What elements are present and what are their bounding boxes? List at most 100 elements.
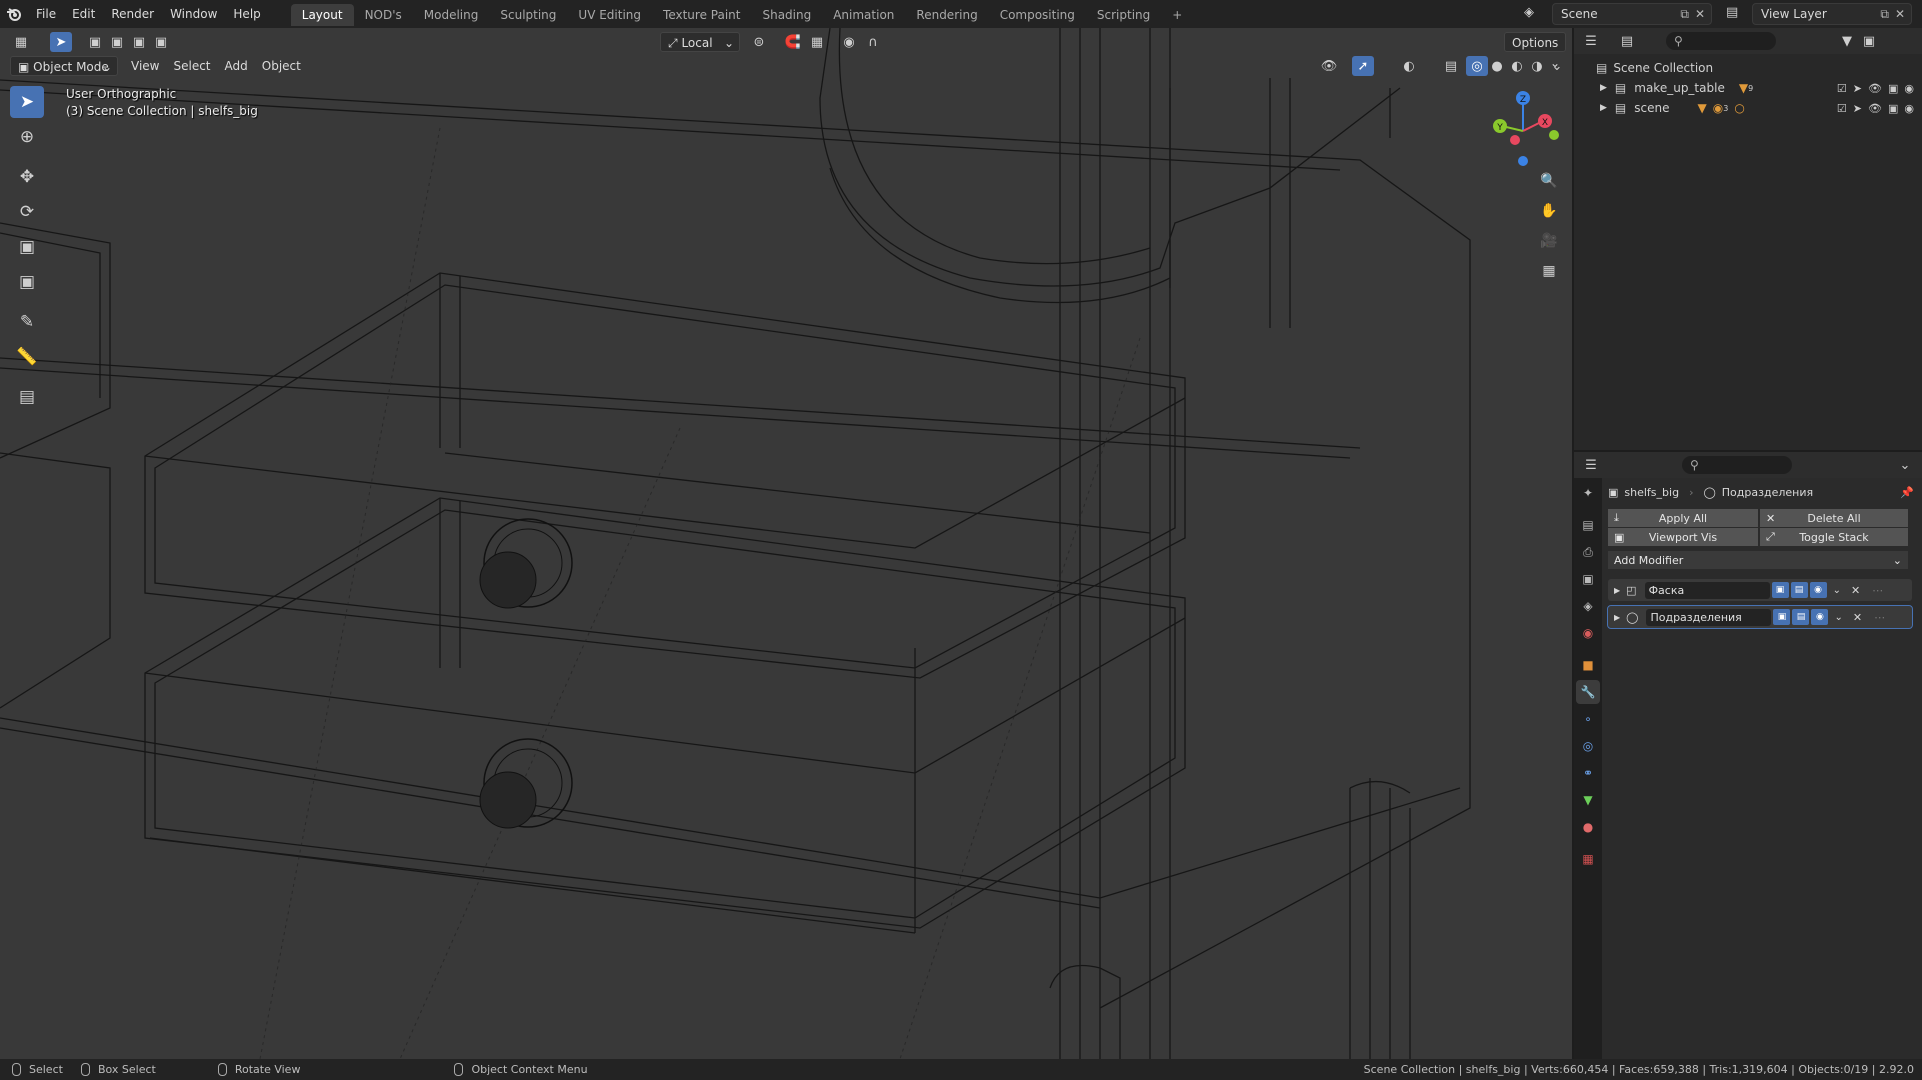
viewport-toggle-icon[interactable]: ▤ <box>1792 609 1810 625</box>
tab-scripting[interactable]: Scripting <box>1086 4 1161 26</box>
modifier-name-field[interactable]: Фаска <box>1644 581 1770 599</box>
outliner-row-scene-collection[interactable]: ▤ Scene Collection <box>1574 58 1922 78</box>
viewport-vis-button[interactable]: ▣ Viewport Vis <box>1608 528 1758 546</box>
perspective-grid-icon[interactable]: ▦ <box>1536 258 1562 284</box>
outliner-search-input[interactable]: ⚲ <box>1666 32 1776 50</box>
rendered-shading-icon[interactable]: ◑ <box>1526 56 1548 76</box>
select-extend-icon[interactable]: ▣ <box>106 32 128 52</box>
falloff-icon[interactable]: ∩ <box>862 32 884 52</box>
new-collection-icon[interactable]: ▣ <box>1858 31 1880 51</box>
visibility-eye-icon[interactable]: 👁 <box>1318 56 1340 76</box>
tab-modeling[interactable]: Modeling <box>413 4 490 26</box>
move-tool-icon[interactable]: ✥ <box>10 161 44 193</box>
constraints-tab-icon[interactable]: ⚭ <box>1576 761 1600 785</box>
output-tab-icon[interactable]: ⎙ <box>1576 540 1600 564</box>
snap-target-icon[interactable]: ▦ <box>806 32 828 52</box>
chevron-down-icon[interactable]: ⌄ <box>1834 612 1842 623</box>
particles-tab-icon[interactable]: ∘ <box>1576 707 1600 731</box>
tab-sculpting[interactable]: Sculpting <box>489 4 567 26</box>
navigation-gizmo[interactable]: Z X Y <box>1480 88 1566 174</box>
menu-select[interactable]: Select <box>166 56 217 76</box>
menu-file[interactable]: File <box>28 0 64 28</box>
select-intersect-icon[interactable]: ▣ <box>150 32 172 52</box>
chevron-down-icon[interactable]: ⌄ <box>1894 455 1916 475</box>
menu-render[interactable]: Render <box>103 0 162 28</box>
render-camera-icon[interactable]: ◉ <box>1904 82 1914 95</box>
modifier-bevel-row[interactable]: ▶ ◰ Фаска ▣ ▤ ◉ ⌄ ✕ ⋯ <box>1608 579 1912 601</box>
menu-window[interactable]: Window <box>162 0 225 28</box>
shading-options-icon[interactable]: ⌄ <box>1546 56 1568 76</box>
tab-texture-paint[interactable]: Texture Paint <box>652 4 751 26</box>
render-toggle-icon[interactable]: ◉ <box>1811 609 1829 625</box>
scale-tool-icon[interactable]: ▣ <box>10 231 44 263</box>
menu-add[interactable]: Add <box>218 56 255 76</box>
drag-handle-icon[interactable]: ⋯ <box>1874 611 1885 624</box>
tab-shading[interactable]: Shading <box>751 4 822 26</box>
render-camera-icon[interactable]: ◉ <box>1904 102 1914 115</box>
material-tab-icon[interactable]: ● <box>1576 815 1600 839</box>
pin-icon[interactable]: 📌 <box>1900 486 1914 499</box>
tab-layout[interactable]: Layout <box>290 4 354 26</box>
render-toggle-icon[interactable]: ◉ <box>1809 582 1827 598</box>
menu-edit[interactable]: Edit <box>64 0 103 28</box>
cursor-tool-icon[interactable]: ⊕ <box>10 121 44 153</box>
menu-object[interactable]: Object <box>255 56 308 76</box>
camera-view-icon[interactable]: 🎥 <box>1536 228 1562 254</box>
expand-arrow-icon[interactable]: ▶ <box>1614 613 1620 622</box>
options-dropdown[interactable]: Options ⌄ <box>1504 32 1566 70</box>
viewport-monitor-icon[interactable]: ▣ <box>1888 102 1898 115</box>
3d-viewport[interactable]: ▦ ➤ ▣ ▣ ▣ ▣ ⤢ Local ⌄ ⊜ 🧲 ▦ ◉ ∩ Options … <box>0 28 1572 1059</box>
xray-toggle-icon[interactable]: ▤ <box>1440 56 1462 76</box>
expand-arrow-icon[interactable]: ▶ <box>1600 83 1607 93</box>
select-box-tool-icon[interactable]: ➤ <box>10 86 44 118</box>
menu-help[interactable]: Help <box>225 0 268 28</box>
rotate-tool-icon[interactable]: ⟳ <box>10 196 44 228</box>
object-mode-dropdown[interactable]: ▣ Object Mode ⌄ <box>10 56 118 76</box>
edit-mode-toggle-icon[interactable]: ▣ <box>1773 609 1791 625</box>
object-tab-icon[interactable]: ■ <box>1576 653 1600 677</box>
properties-search-input[interactable]: ⚲ <box>1682 456 1792 474</box>
close-scene-icon[interactable]: ✕ <box>1695 7 1705 21</box>
selectable-arrow-icon[interactable]: ➤ <box>1853 82 1862 95</box>
blender-logo-icon[interactable] <box>0 0 28 28</box>
annotate-tool-icon[interactable]: ✎ <box>10 306 44 338</box>
remove-modifier-icon[interactable]: ✕ <box>1853 611 1862 624</box>
toggle-stack-button[interactable]: ⤢ Toggle Stack <box>1760 528 1908 546</box>
eye-icon[interactable]: 👁 <box>1868 102 1882 115</box>
copy-view-layer-icon[interactable]: ⧉ <box>1880 7 1889 22</box>
editor-type-icon[interactable]: ☰ <box>1580 31 1602 51</box>
measure-tool-icon[interactable]: 📏 <box>10 341 44 373</box>
expand-arrow-icon[interactable]: ▶ <box>1600 103 1607 113</box>
modifier-subdivision-row[interactable]: ▶ ◯ Подразделения ▣ ▤ ◉ ⌄ ✕ ⋯ <box>1607 605 1913 629</box>
editor-type-icon[interactable]: ☰ <box>1580 455 1602 475</box>
apply-all-button[interactable]: ⤓ Apply All <box>1608 509 1758 527</box>
selectable-arrow-icon[interactable]: ➤ <box>1853 102 1862 115</box>
select-new-icon[interactable]: ▣ <box>84 32 106 52</box>
render-tab-icon[interactable]: ▤ <box>1576 513 1600 537</box>
physics-tab-icon[interactable]: ◎ <box>1576 734 1600 758</box>
tab-uv-editing[interactable]: UV Editing <box>567 4 652 26</box>
gizmo-toggle-icon[interactable]: ➚ <box>1352 56 1374 76</box>
scene-icon[interactable]: ◈ <box>1524 5 1534 20</box>
viewport-toggle-icon[interactable]: ▤ <box>1790 582 1808 598</box>
chevron-down-icon[interactable]: ⌄ <box>1833 585 1841 596</box>
wireframe-shading-icon[interactable]: ◎ <box>1466 56 1488 76</box>
modifier-wrench-tab-icon[interactable]: 🔧 <box>1576 680 1600 704</box>
copy-scene-icon[interactable]: ⧉ <box>1680 7 1689 22</box>
snap-toggle-icon[interactable]: 🧲 <box>782 32 804 52</box>
add-workspace-button[interactable]: + <box>1161 4 1193 26</box>
overlays-toggle-icon[interactable]: ◐ <box>1398 56 1420 76</box>
remove-modifier-icon[interactable]: ✕ <box>1851 584 1860 597</box>
editor-type-icon[interactable]: ▦ <box>10 32 32 52</box>
filter-icon[interactable]: ▼ <box>1836 31 1858 51</box>
solid-shading-icon[interactable]: ● <box>1486 56 1508 76</box>
menu-view[interactable]: View <box>124 56 166 76</box>
eye-icon[interactable]: 👁 <box>1868 82 1882 95</box>
proportional-edit-icon[interactable]: ◉ <box>838 32 860 52</box>
transform-orientation-dropdown[interactable]: ⤢ Local ⌄ <box>660 32 740 52</box>
scene-selector[interactable]: Scene ⧉ ✕ <box>1552 3 1712 25</box>
checkbox-icon[interactable]: ☑ <box>1837 102 1847 115</box>
drag-handle-icon[interactable]: ⋯ <box>1872 584 1883 597</box>
tool-tab-icon[interactable]: ✦ <box>1576 481 1600 505</box>
tab-rendering[interactable]: Rendering <box>905 4 988 26</box>
